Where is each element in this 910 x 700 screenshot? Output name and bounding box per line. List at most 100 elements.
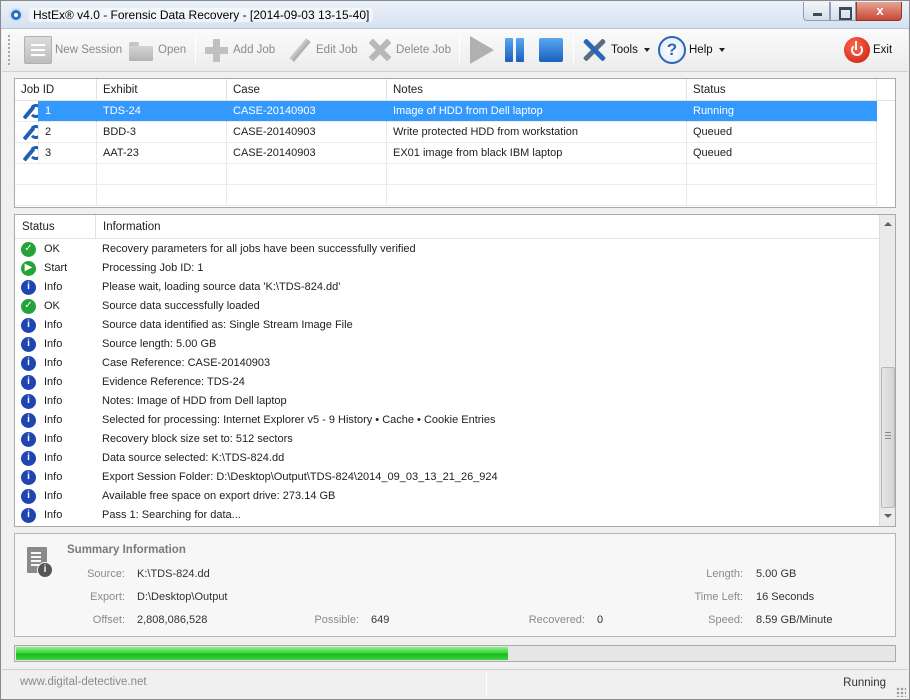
open-button[interactable]: Open: [127, 33, 186, 67]
pause-icon: [501, 36, 529, 64]
power-icon: [844, 37, 870, 63]
log-row[interactable]: i Info Evidence Reference: TDS-24: [15, 373, 879, 392]
column-header-status[interactable]: Status: [15, 215, 96, 239]
summary-panel: Summary Information Source: K:\TDS-824.d…: [14, 533, 896, 637]
exit-button[interactable]: Exit: [844, 33, 892, 67]
info-icon: i: [21, 356, 36, 371]
log-row[interactable]: ▶ Start Processing Job ID: 1: [15, 259, 879, 278]
log-row[interactable]: i Info Source data identified as: Single S…: [15, 316, 879, 335]
offset-value: 2,808,086,528: [137, 614, 208, 626]
recovered-value: 0: [597, 614, 604, 626]
add-job-button[interactable]: Add Job: [202, 33, 275, 67]
help-menu-button[interactable]: ? Help: [658, 33, 725, 67]
empty-cell: [97, 185, 227, 206]
open-label: Open: [158, 44, 187, 56]
window-title: HstEx® v4.0 - Forensic Data Recovery - […: [29, 8, 374, 22]
website-link[interactable]: www.digital-detective.net: [20, 676, 147, 688]
empty-cell: [227, 185, 387, 206]
log-row[interactable]: ✓ OK Recovery parameters for all jobs have…: [15, 240, 879, 259]
wrench-icon: [21, 146, 38, 162]
play-icon: ▶: [21, 261, 36, 276]
log-row[interactable]: i Info Data source selected: K:\TDS-824.dd: [15, 449, 879, 468]
log-message: Pass 1: Searching for data...: [102, 509, 241, 521]
scroll-up-arrow-icon[interactable]: [884, 222, 892, 226]
log-scrollbar[interactable]: [879, 215, 895, 526]
jobs-table[interactable]: Job ID Exhibit Case Notes Status 1 TDS-2…: [14, 78, 896, 208]
app-logo-icon[interactable]: [9, 8, 23, 22]
delete-x-icon: [365, 36, 393, 64]
time-left-value: 16 Seconds: [756, 591, 815, 603]
start-button[interactable]: [468, 33, 497, 67]
speed-value: 8.59 GB/Minute: [756, 614, 833, 626]
table-row[interactable]: 2 BDD-3 CASE-20140903 Write protected HD…: [15, 122, 895, 143]
info-icon: i: [21, 489, 36, 504]
toolbar-grip[interactable]: [8, 35, 11, 65]
log-header: Status Information: [15, 215, 879, 239]
pause-button[interactable]: [501, 33, 532, 67]
title-bar[interactable]: HstEx® v4.0 - Forensic Data Recovery - […: [1, 1, 909, 29]
delete-job-label: Delete Job: [396, 44, 451, 56]
scrollbar-thumb[interactable]: [881, 367, 895, 508]
empty-row: [15, 185, 895, 206]
new-document-icon: [24, 36, 52, 64]
column-header-information[interactable]: Information: [96, 215, 879, 239]
info-icon: i: [21, 394, 36, 409]
log-row[interactable]: i Info Export Session Folder: D:\Desktop\O…: [15, 468, 879, 487]
exhibit-cell: BDD-3: [97, 122, 227, 143]
info-icon: i: [21, 337, 36, 352]
scroll-down-arrow-icon[interactable]: [884, 514, 892, 518]
new-session-button[interactable]: New Session: [24, 33, 122, 67]
speed-label: Speed:: [708, 614, 743, 626]
log-row[interactable]: i Info Available free space on export driv…: [15, 487, 879, 506]
info-icon: i: [21, 375, 36, 390]
row-icon-cell: [15, 122, 39, 143]
log-row[interactable]: i Info Please wait, loading source data 'K…: [15, 278, 879, 297]
log-list[interactable]: Status Information ✓ OK Recovery parameter…: [14, 214, 896, 527]
row-icon-cell: [15, 143, 39, 164]
plus-icon: [202, 36, 230, 64]
close-icon: x: [876, 3, 884, 18]
delete-job-button[interactable]: Delete Job: [365, 33, 451, 67]
log-row[interactable]: i Info Source length: 5.00 GB: [15, 335, 879, 354]
log-status: Info: [44, 319, 63, 331]
exhibit-cell: AAT-23: [97, 143, 227, 164]
log-row[interactable]: i Info Recovery block size set to: 512 sec…: [15, 430, 879, 449]
tools-menu-button[interactable]: Tools: [580, 33, 650, 67]
source-label: Source:: [87, 568, 125, 580]
maximize-button[interactable]: [830, 2, 856, 21]
case-cell: CASE-20140903: [227, 122, 387, 143]
log-status: Info: [44, 509, 63, 521]
edit-job-button[interactable]: Edit Job: [285, 33, 358, 67]
empty-cell: [387, 185, 687, 206]
log-row[interactable]: i Info Case Reference: CASE-20140903: [15, 354, 879, 373]
table-row[interactable]: 1 TDS-24 CASE-20140903 Image of HDD from…: [15, 101, 895, 122]
status-text: Running: [843, 677, 886, 689]
log-row[interactable]: i Info Pass 1: Searching for data...: [15, 506, 879, 525]
resize-grip[interactable]: [896, 687, 906, 697]
job-id-cell: 3: [39, 143, 97, 164]
column-header-exhibit[interactable]: Exhibit: [97, 79, 227, 101]
stop-button[interactable]: [537, 33, 566, 67]
recovered-label: Recovered:: [528, 614, 585, 626]
table-row[interactable]: 3 AAT-23 CASE-20140903 EX01 image from b…: [15, 143, 895, 164]
log-row[interactable]: i Info Notes: Image of HDD from Dell lapto…: [15, 392, 879, 411]
column-header-case[interactable]: Case: [227, 79, 387, 101]
column-header-notes[interactable]: Notes: [387, 79, 687, 101]
info-icon: i: [21, 451, 36, 466]
source-value: K:\TDS-824.dd: [137, 568, 210, 580]
log-row[interactable]: i Info Selected for processing: Internet E…: [15, 411, 879, 430]
pencil-icon: [285, 36, 313, 64]
offset-label: Offset:: [92, 614, 125, 626]
check-icon: ✓: [21, 242, 36, 257]
log-message: Selected for processing: Internet Explor…: [102, 414, 496, 426]
empty-cell: [227, 164, 387, 185]
minimize-button[interactable]: [803, 2, 830, 21]
chevron-down-icon: [643, 48, 650, 52]
log-status: Info: [44, 357, 63, 369]
column-header-status[interactable]: Status: [687, 79, 877, 101]
log-row[interactable]: ✓ OK Source data successfully loaded: [15, 297, 879, 316]
column-header-job-id[interactable]: Job ID: [15, 79, 97, 101]
add-job-label: Add Job: [233, 44, 276, 56]
close-window-button[interactable]: x: [856, 2, 902, 21]
log-status: Info: [44, 395, 63, 407]
